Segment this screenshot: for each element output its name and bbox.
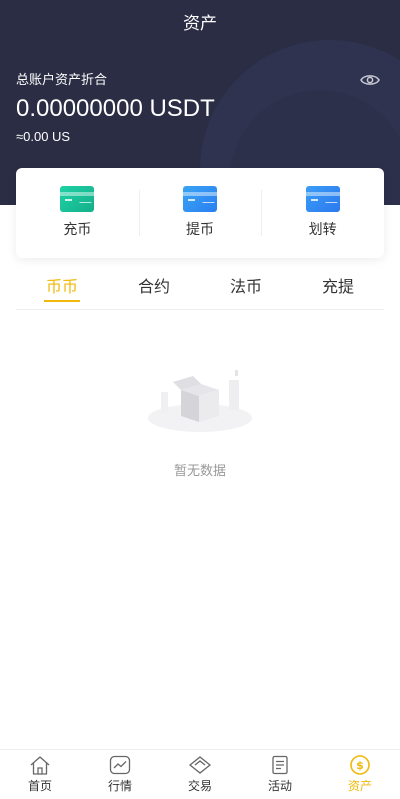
svg-text:$: $ bbox=[356, 759, 364, 772]
deposit-button[interactable]: 充币 bbox=[16, 168, 139, 258]
nav-home[interactable]: 首页 bbox=[0, 750, 80, 799]
deposit-label: 充币 bbox=[63, 222, 92, 238]
tab-fiat[interactable]: 法币 bbox=[200, 270, 292, 309]
transfer-button[interactable]: 划转 bbox=[261, 168, 384, 258]
withdraw-card-icon bbox=[183, 186, 217, 212]
tab-spot[interactable]: 币币 bbox=[16, 270, 108, 309]
bottom-nav: 首页 行情 交易 活动 $ 资产 bbox=[0, 749, 400, 799]
chart-icon bbox=[109, 755, 131, 775]
nav-activity-label: 活动 bbox=[267, 779, 292, 793]
page-title: 资产 bbox=[183, 14, 217, 34]
total-balance: 0.00000000 USDT bbox=[16, 95, 215, 122]
nav-activity[interactable]: 活动 bbox=[240, 750, 320, 799]
empty-state-text: 暂无数据 bbox=[173, 464, 226, 479]
tab-contract[interactable]: 合约 bbox=[108, 270, 200, 309]
dollar-coin-icon: $ bbox=[350, 755, 370, 775]
transfer-card-icon bbox=[305, 186, 340, 212]
withdraw-button[interactable]: 提币 bbox=[138, 168, 262, 258]
transfer-label: 划转 bbox=[308, 222, 337, 238]
asset-actions-card: 充币 提币 划转 bbox=[16, 168, 384, 258]
deposit-card-icon bbox=[60, 186, 95, 212]
document-icon bbox=[272, 755, 288, 775]
balance-approx-fiat: ≈0.00 US bbox=[16, 129, 71, 144]
total-assets-label: 总账户资产折合 bbox=[16, 73, 108, 88]
tab-deposit-withdraw[interactable]: 充提 bbox=[292, 270, 384, 309]
nav-trade[interactable]: 交易 bbox=[160, 750, 240, 799]
nav-market[interactable]: 行情 bbox=[80, 750, 160, 799]
nav-trade-label: 交易 bbox=[187, 779, 212, 793]
nav-assets[interactable]: $ 资产 bbox=[320, 750, 400, 799]
nav-assets-label: 资产 bbox=[347, 779, 372, 793]
eye-icon[interactable] bbox=[360, 72, 380, 88]
home-icon bbox=[30, 756, 50, 775]
exchange-icon bbox=[188, 756, 212, 774]
asset-tabs: 币币 合约 法币 充提 bbox=[16, 270, 384, 310]
withdraw-label: 提币 bbox=[186, 222, 214, 238]
empty-box-icon bbox=[148, 370, 252, 432]
nav-market-label: 行情 bbox=[107, 779, 132, 793]
nav-home-label: 首页 bbox=[27, 779, 52, 793]
